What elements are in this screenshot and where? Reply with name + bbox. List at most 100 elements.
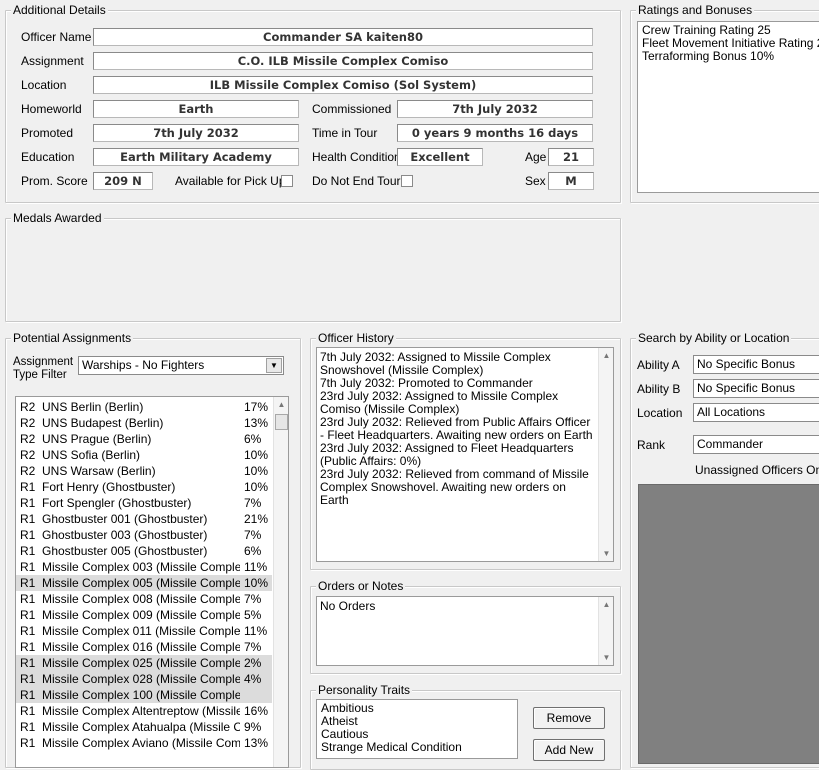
- assignment-name: Fort Spengler (Ghostbuster): [42, 496, 192, 510]
- assignment-percent: 6%: [244, 432, 262, 446]
- assignment-row[interactable]: R1 Missile Complex 100 (Missile Complex): [16, 687, 272, 703]
- assignment-row[interactable]: R1 Missile Complex 003 (Missile Complex) 1…: [16, 559, 272, 575]
- ability-a-select[interactable]: No Specific Bonus: [693, 355, 819, 374]
- assignment-type-filter-select[interactable]: Warships - No Fighters ▼: [78, 356, 284, 375]
- assignment-row[interactable]: R2 UNS Sofia (Berlin) 10%: [16, 447, 272, 463]
- assignment-rank: R1: [20, 688, 36, 702]
- available-for-pickup-label: Available for Pick Up: [175, 174, 286, 188]
- assignment-row[interactable]: R1 Ghostbuster 003 (Ghostbuster) 7%: [16, 527, 272, 543]
- unassigned-officers-label: Unassigned Officers Only: [695, 463, 819, 477]
- scroll-down-arrow-icon[interactable]: ▼: [599, 546, 613, 561]
- scroll-up-arrow-icon[interactable]: ▲: [599, 348, 613, 363]
- assignment-row[interactable]: R1 Fort Henry (Ghostbuster) 10%: [16, 479, 272, 495]
- assignment-percent: 4%: [244, 672, 262, 686]
- orders-notes-box[interactable]: No Orders ▲ ▼: [316, 596, 614, 666]
- assignment-percent: 17%: [244, 400, 269, 414]
- assignment-rank: R1: [20, 672, 36, 686]
- assignment-row[interactable]: R2 UNS Berlin (Berlin) 17%: [16, 399, 272, 415]
- assignment-name: Missile Complex 016 (Missile Complex): [42, 640, 240, 654]
- assignment-row[interactable]: R1 Missile Complex 016 (Missile Complex) 7…: [16, 639, 272, 655]
- personality-traits-list[interactable]: Ambitious Atheist Cautious Strange Medic…: [316, 699, 518, 759]
- history-scrollbar[interactable]: ▲ ▼: [598, 348, 613, 561]
- promoted-field: 7th July 2032: [93, 124, 299, 142]
- assignment-filter-label-2: Type Filter: [13, 369, 67, 381]
- assignment-percent: 10%: [244, 464, 269, 478]
- history-line: 7th July 2032: Assigned to Missile Compl…: [320, 350, 551, 377]
- search-results-panel[interactable]: [638, 484, 819, 764]
- assignment-rank: R1: [20, 528, 36, 542]
- assignment-row[interactable]: R2 UNS Warsaw (Berlin) 10%: [16, 463, 272, 479]
- assignment-rank: R2: [20, 432, 36, 446]
- remove-trait-button[interactable]: Remove: [533, 707, 605, 729]
- assignment-name: Missile Complex Atahualpa (Missile Compl…: [42, 720, 240, 734]
- assignment-row[interactable]: R1 Ghostbuster 005 (Ghostbuster) 6%: [16, 543, 272, 559]
- medals-legend: Medals Awarded: [11, 211, 104, 225]
- assignment-name: Missile Complex 009 (Missile Complex): [42, 608, 240, 622]
- assignment-name: Ghostbuster 001 (Ghostbuster): [42, 512, 208, 526]
- assignment-rows: R2 UNS Berlin (Berlin) 17% R2 UNS Budapest (…: [16, 399, 272, 751]
- assignment-row[interactable]: R1 Ghostbuster 001 (Ghostbuster) 21%: [16, 511, 272, 527]
- assignment-row[interactable]: R1 Fort Spengler (Ghostbuster) 7%: [16, 495, 272, 511]
- assignment-row[interactable]: R2 UNS Budapest (Berlin) 13%: [16, 415, 272, 431]
- assignment-percent: 9%: [244, 720, 262, 734]
- assignment-rank: R1: [20, 608, 36, 622]
- assignments-scrollbar[interactable]: ▲: [273, 397, 288, 767]
- chevron-down-icon[interactable]: ▼: [266, 358, 282, 373]
- history-line: 23rd July 2032: Assigned to Missile Comp…: [320, 389, 559, 416]
- assignment-rank: R1: [20, 544, 36, 558]
- additional-details-legend: Additional Details: [11, 3, 108, 17]
- assignment-percent: 7%: [244, 592, 262, 606]
- officer-history-box[interactable]: 7th July 2032: Assigned to Missile Compl…: [316, 347, 614, 562]
- history-line: 23rd July 2032: Relieved from Public Aff…: [320, 415, 593, 442]
- do-not-end-tour-checkbox[interactable]: [401, 175, 413, 187]
- history-line: 23rd July 2032: Assigned to Fleet Headqu…: [320, 441, 574, 468]
- assignment-percent: 6%: [244, 544, 262, 558]
- assignment-row[interactable]: R1 Missile Complex 025 (Missile Complex) 2…: [16, 655, 272, 671]
- commissioned-field: 7th July 2032: [397, 100, 593, 118]
- assignment-rank: R2: [20, 464, 36, 478]
- search-legend: Search by Ability or Location: [636, 331, 792, 345]
- potential-assignments-list[interactable]: R2 UNS Berlin (Berlin) 17% R2 UNS Budapest (…: [15, 396, 289, 768]
- assignment-row[interactable]: R2 UNS Prague (Berlin) 6%: [16, 431, 272, 447]
- assignment-row[interactable]: R1 Missile Complex Aviano (Missile Comple…: [16, 735, 272, 751]
- trait-item[interactable]: Strange Medical Condition: [317, 741, 517, 754]
- available-for-pickup-checkbox[interactable]: [281, 175, 293, 187]
- scroll-up-arrow-icon[interactable]: ▲: [599, 597, 613, 612]
- assignment-type-filter-value: Warships - No Fighters: [82, 358, 205, 372]
- assignment-percent: 5%: [244, 608, 262, 622]
- assignment-rank: R1: [20, 592, 36, 606]
- scroll-down-arrow-icon[interactable]: ▼: [599, 650, 613, 665]
- assignment-percent: 13%: [244, 736, 269, 750]
- officer-name-field[interactable]: Commander SA kaiten80: [93, 28, 593, 46]
- scroll-thumb[interactable]: [275, 414, 288, 430]
- assignment-rank: R1: [20, 640, 36, 654]
- assignment-percent: 7%: [244, 528, 262, 542]
- assignment-row[interactable]: R1 Missile Complex 008 (Missile Complex) 7…: [16, 591, 272, 607]
- rank-select[interactable]: Commander: [693, 435, 819, 454]
- assignment-name: UNS Budapest (Berlin): [42, 416, 164, 430]
- orders-scrollbar[interactable]: ▲ ▼: [598, 597, 613, 665]
- orders-legend: Orders or Notes: [316, 579, 406, 593]
- assignment-rank: R2: [20, 400, 36, 414]
- time-in-tour-field: 0 years 9 months 16 days: [397, 124, 593, 142]
- location-label: Location: [21, 78, 67, 92]
- assignment-row[interactable]: R1 Missile Complex Atahualpa (Missile Com…: [16, 719, 272, 735]
- assignment-name: Missile Complex 005 (Missile Complex): [42, 576, 240, 590]
- assignment-row[interactable]: R1 Missile Complex 009 (Missile Complex) 5…: [16, 607, 272, 623]
- assignment-row[interactable]: R1 Missile Complex 028 (Missile Complex) 4…: [16, 671, 272, 687]
- assignment-name: Missile Complex Aviano (Missile Complex): [42, 736, 240, 750]
- assignment-rank: R1: [20, 656, 36, 670]
- assignment-row[interactable]: R1 Missile Complex Altentreptow (Missile …: [16, 703, 272, 719]
- ability-b-select[interactable]: No Specific Bonus: [693, 379, 819, 398]
- add-trait-button[interactable]: Add New: [533, 739, 605, 761]
- rating-item[interactable]: Terraforming Bonus 10%: [638, 50, 819, 63]
- ratings-list[interactable]: Crew Training Rating 25 Fleet Movement I…: [637, 21, 819, 193]
- scroll-up-arrow-icon[interactable]: ▲: [274, 397, 288, 412]
- assignment-percent: 21%: [244, 512, 269, 526]
- assignment-row[interactable]: R1 Missile Complex 011 (Missile Complex) 1…: [16, 623, 272, 639]
- assignment-name: UNS Warsaw (Berlin): [42, 464, 156, 478]
- search-location-select[interactable]: All Locations: [693, 403, 819, 422]
- potential-assignments-legend: Potential Assignments: [11, 331, 134, 345]
- assignment-row[interactable]: R1 Missile Complex 005 (Missile Complex) 1…: [16, 575, 272, 591]
- education-label: Education: [21, 150, 75, 164]
